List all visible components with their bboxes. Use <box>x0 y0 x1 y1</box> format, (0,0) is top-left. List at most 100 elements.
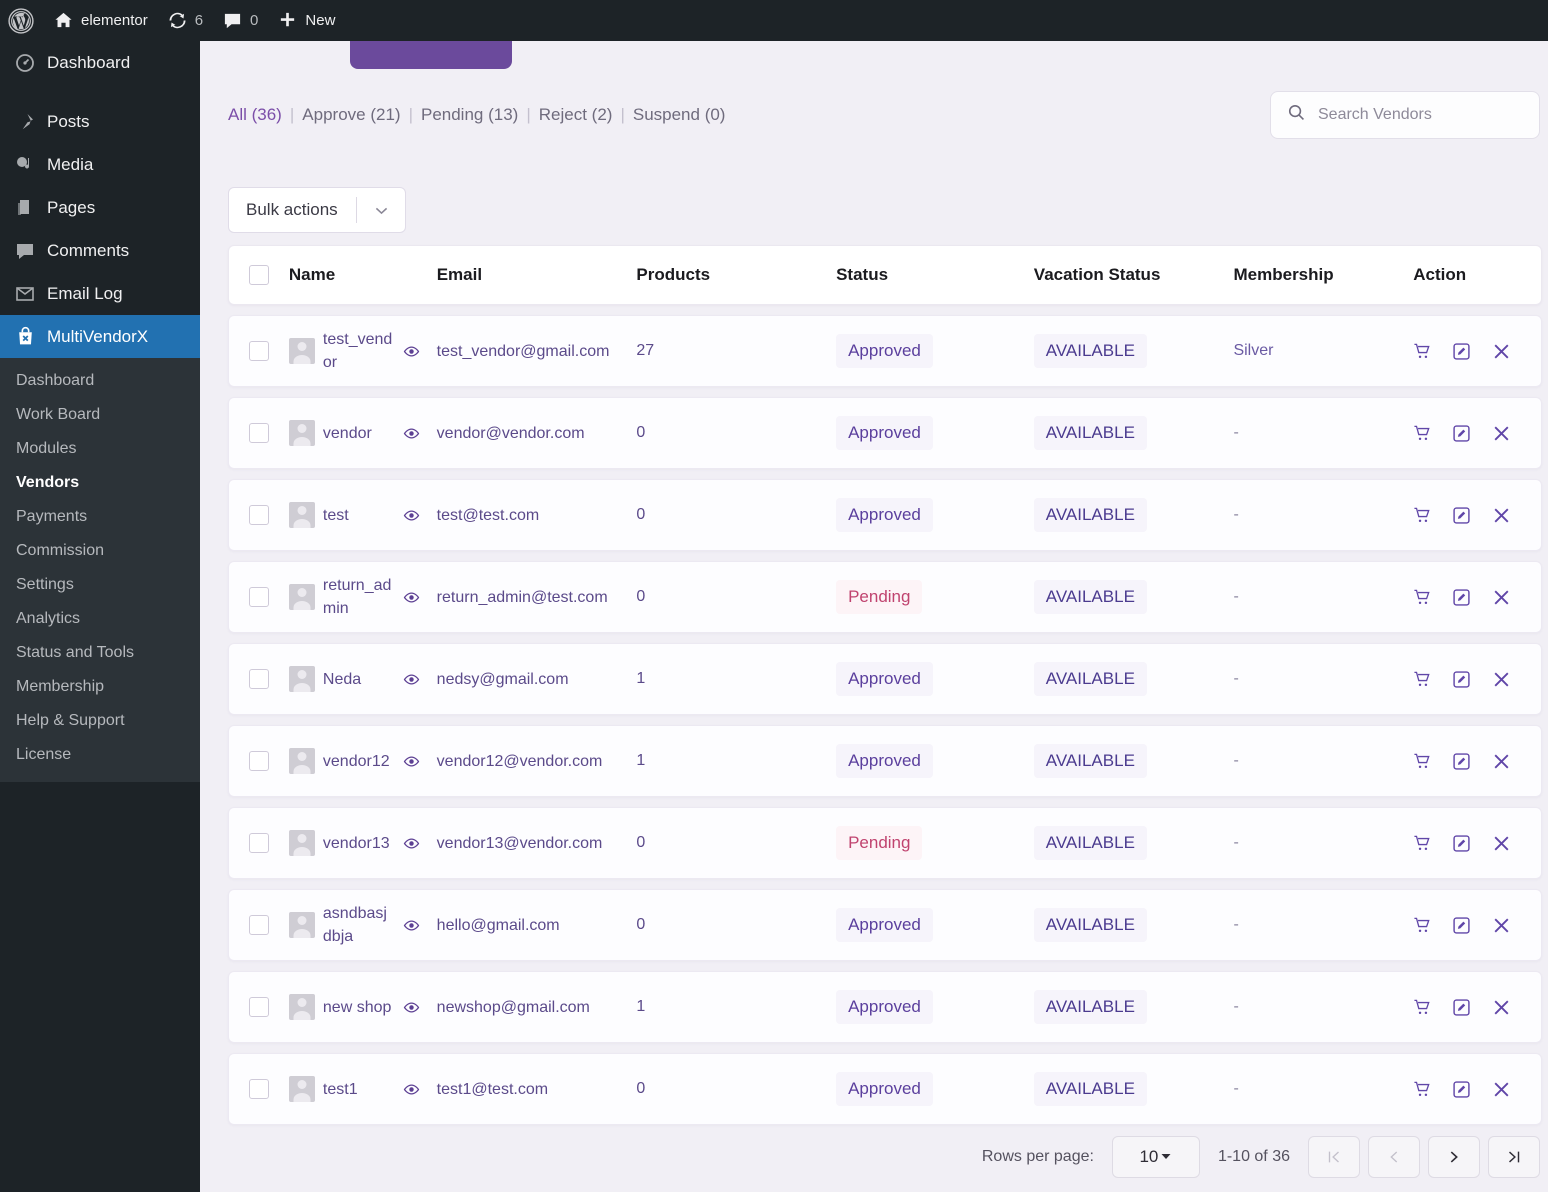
cart-icon[interactable] <box>1413 916 1432 935</box>
sidebar-item-multivendorx[interactable]: MultiVendorX <box>0 315 200 358</box>
edit-pencil-icon[interactable] <box>1452 998 1471 1017</box>
edit-pencil-icon[interactable] <box>1452 342 1471 361</box>
close-x-icon[interactable] <box>1491 833 1512 854</box>
sidebar-subitem-analytics[interactable]: Analytics <box>0 602 200 636</box>
sidebar-subitem-work-board[interactable]: Work Board <box>0 398 200 432</box>
sidebar-item-email-log[interactable]: Email Log <box>0 272 200 315</box>
chevron-down-icon[interactable] <box>357 202 405 219</box>
cart-icon[interactable] <box>1413 752 1432 771</box>
filter-pending[interactable]: Pending (13) <box>421 105 518 125</box>
edit-pencil-icon[interactable] <box>1452 670 1471 689</box>
close-x-icon[interactable] <box>1491 341 1512 362</box>
edit-pencil-icon[interactable] <box>1452 752 1471 771</box>
close-x-icon[interactable] <box>1491 915 1512 936</box>
updates-menu[interactable]: 6 <box>158 0 213 41</box>
filter-reject[interactable]: Reject (2) <box>539 105 613 125</box>
row-checkbox[interactable] <box>248 1079 269 1099</box>
cart-icon[interactable] <box>1413 834 1432 853</box>
column-header-products: Products <box>636 265 711 284</box>
cart-icon[interactable] <box>1413 506 1432 525</box>
row-checkbox[interactable] <box>248 423 269 443</box>
edit-pencil-icon[interactable] <box>1452 588 1471 607</box>
sidebar-subitem-payments[interactable]: Payments <box>0 500 200 534</box>
cart-icon[interactable] <box>1413 342 1432 361</box>
close-x-icon[interactable] <box>1491 587 1512 608</box>
eye-icon[interactable] <box>403 999 420 1016</box>
filter-suspend[interactable]: Suspend (0) <box>633 105 726 125</box>
cart-icon[interactable] <box>1413 588 1432 607</box>
sidebar-item-dashboard[interactable]: Dashboard <box>0 41 200 84</box>
row-checkbox[interactable] <box>248 751 269 771</box>
sidebar-subitem-commission[interactable]: Commission <box>0 534 200 568</box>
row-checkbox[interactable] <box>248 505 269 525</box>
wp-logo-menu[interactable] <box>0 0 44 41</box>
sidebar-item-media[interactable]: Media <box>0 143 200 186</box>
rows-per-page-select[interactable]: 10 <box>1111 1136 1200 1178</box>
cart-icon[interactable] <box>1413 424 1432 443</box>
next-page-button[interactable] <box>1428 1136 1480 1178</box>
status-badge: Pending <box>836 580 923 614</box>
select-all-checkbox[interactable] <box>248 265 269 285</box>
edit-pencil-icon[interactable] <box>1452 834 1471 853</box>
edit-pencil-icon[interactable] <box>1452 916 1471 935</box>
row-actions <box>1413 1079 1541 1100</box>
close-x-icon[interactable] <box>1491 423 1512 444</box>
bulk-actions-select[interactable]: Bulk actions <box>228 187 406 233</box>
close-x-icon[interactable] <box>1491 751 1512 772</box>
filter-all[interactable]: All (36) <box>228 105 282 125</box>
new-content-menu[interactable]: New <box>268 0 345 41</box>
vendor-name-cell: return_admin <box>288 574 437 620</box>
eye-icon[interactable] <box>403 507 420 524</box>
first-page-button[interactable] <box>1308 1136 1360 1178</box>
primary-action-button[interactable] <box>350 41 512 69</box>
edit-pencil-icon[interactable] <box>1452 1080 1471 1099</box>
edit-pencil-icon[interactable] <box>1452 424 1471 443</box>
row-checkbox[interactable] <box>248 341 269 361</box>
row-checkbox[interactable] <box>248 997 269 1017</box>
sidebar-subitem-vendors[interactable]: Vendors <box>0 466 200 500</box>
row-checkbox[interactable] <box>248 915 269 935</box>
eye-icon[interactable] <box>403 1081 420 1098</box>
status-badge: Approved <box>836 744 933 778</box>
search-vendors-box[interactable] <box>1270 91 1540 139</box>
edit-pencil-icon[interactable] <box>1452 506 1471 525</box>
sidebar-item-comments[interactable]: Comments <box>0 229 200 272</box>
row-checkbox[interactable] <box>248 669 269 689</box>
site-name-menu[interactable]: elementor <box>44 0 158 41</box>
vendor-email: test_vendor@gmail.com <box>436 342 610 360</box>
cart-icon[interactable] <box>1413 1080 1432 1099</box>
sidebar-subitem-membership[interactable]: Membership <box>0 670 200 704</box>
sidebar-subitem-status-and-tools[interactable]: Status and Tools <box>0 636 200 670</box>
last-page-button[interactable] <box>1488 1136 1540 1178</box>
close-x-icon[interactable] <box>1491 669 1512 690</box>
close-x-icon[interactable] <box>1491 505 1512 526</box>
eye-icon[interactable] <box>403 425 420 442</box>
vendor-email: newshop@gmail.com <box>436 998 590 1016</box>
cart-icon[interactable] <box>1413 998 1432 1017</box>
eye-icon[interactable] <box>403 835 420 852</box>
filter-approve[interactable]: Approve (21) <box>302 105 400 125</box>
eye-icon[interactable] <box>403 753 420 770</box>
sidebar-item-posts[interactable]: Posts <box>0 100 200 143</box>
sidebar-subitem-dashboard[interactable]: Dashboard <box>0 364 200 398</box>
cart-icon[interactable] <box>1413 670 1432 689</box>
sidebar-subitem-modules[interactable]: Modules <box>0 432 200 466</box>
comments-menu[interactable]: 0 <box>213 0 268 41</box>
search-input[interactable] <box>1318 106 1518 124</box>
row-checkbox[interactable] <box>248 587 269 607</box>
row-checkbox[interactable] <box>248 833 269 853</box>
eye-icon[interactable] <box>403 589 420 606</box>
sidebar-subitem-settings[interactable]: Settings <box>0 568 200 602</box>
prev-page-button[interactable] <box>1368 1136 1420 1178</box>
sidebar-subitem-help-support[interactable]: Help & Support <box>0 704 200 738</box>
sidebar-item-pages[interactable]: Pages <box>0 186 200 229</box>
membership-cell: - <box>1233 834 1413 852</box>
close-x-icon[interactable] <box>1491 997 1512 1018</box>
status-cell: Approved <box>836 744 1034 778</box>
sidebar-subitem-license[interactable]: License <box>0 738 200 772</box>
avatar <box>288 666 315 692</box>
eye-icon[interactable] <box>403 343 420 360</box>
close-x-icon[interactable] <box>1491 1079 1512 1100</box>
eye-icon[interactable] <box>403 917 420 934</box>
eye-icon[interactable] <box>403 671 420 688</box>
